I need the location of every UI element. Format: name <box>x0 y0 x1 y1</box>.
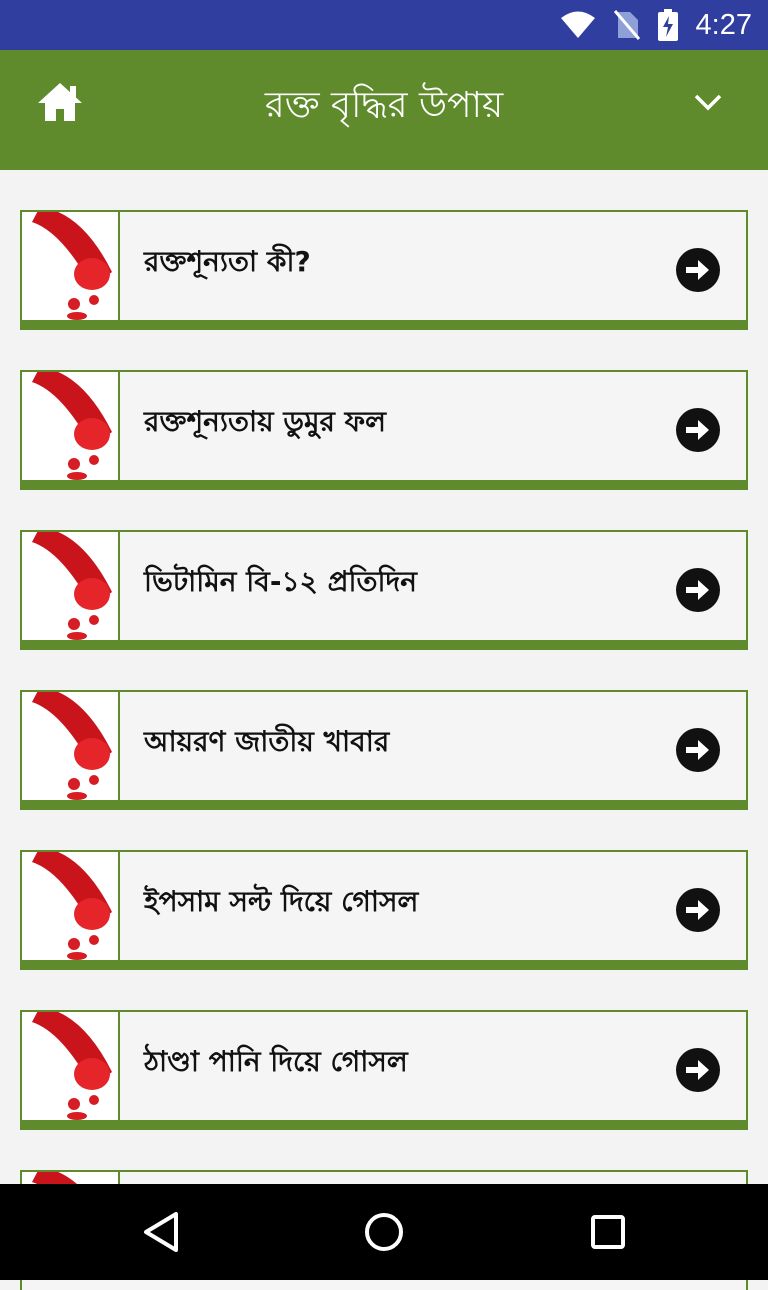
no-sim-icon <box>613 10 640 40</box>
item-underline <box>20 480 748 490</box>
item-underline <box>20 640 748 650</box>
system-nav-bar <box>0 1184 768 1280</box>
blood-vessel-icon <box>22 1012 120 1120</box>
list-item-label: রক্তশূন্যতা কী? <box>144 245 311 278</box>
status-bar: 4:27 <box>0 0 768 50</box>
app-bar: রক্ত বৃদ্ধির উপায় <box>0 50 768 170</box>
item-underline <box>20 960 748 970</box>
arrow-right-circle-icon[interactable] <box>676 568 720 612</box>
page-title: রক্ত বৃদ্ধির উপায় <box>264 85 504 126</box>
list-item[interactable]: রক্তশূন্যতা কী? <box>20 210 748 330</box>
recents-icon[interactable] <box>586 1210 630 1254</box>
arrow-right-circle-icon[interactable] <box>676 1048 720 1092</box>
arrow-right-circle-icon[interactable] <box>676 888 720 932</box>
status-icons: 4:27 <box>560 0 752 50</box>
list-item[interactable]: আয়রণ জাতীয় খাবার <box>20 690 748 810</box>
list-item[interactable]: রক্তশূন্যতায় ডুমুর ফল <box>20 370 748 490</box>
list-item-label: আয়রণ জাতীয় খাবার <box>144 725 390 758</box>
list-item[interactable]: ভিটামিন বি-১২ প্রতিদিন <box>20 530 748 650</box>
battery-charging-icon <box>657 9 678 41</box>
list-item-label: ভিটামিন বি-১২ প্রতিদিন <box>144 565 417 598</box>
item-underline <box>20 320 748 330</box>
chevron-down-icon[interactable] <box>692 86 724 118</box>
list-item-label: ইপসাম সল্ট দিয়ে গোসল <box>144 885 419 918</box>
list-item[interactable]: ঠাণ্ডা পানি দিয়ে গোসল <box>20 1010 748 1130</box>
home-circle-icon[interactable] <box>362 1210 406 1254</box>
arrow-right-circle-icon[interactable] <box>676 248 720 292</box>
item-underline <box>20 1120 748 1130</box>
blood-vessel-icon <box>22 532 120 640</box>
wifi-icon <box>560 11 595 38</box>
blood-vessel-icon <box>22 372 120 480</box>
arrow-right-circle-icon[interactable] <box>676 408 720 452</box>
back-icon[interactable] <box>140 1210 184 1254</box>
blood-vessel-icon <box>22 852 120 960</box>
item-underline <box>20 800 748 810</box>
blood-vessel-icon <box>22 212 120 320</box>
list-item-label: রক্তশূন্যতায় ডুমুর ফল <box>144 405 387 438</box>
list-item[interactable]: ইপসাম সল্ট দিয়ে গোসল <box>20 850 748 970</box>
blood-vessel-icon <box>22 692 120 800</box>
arrow-right-circle-icon[interactable] <box>676 728 720 772</box>
status-time: 4:27 <box>695 8 752 41</box>
list-item-label: ঠাণ্ডা পানি দিয়ে গোসল <box>144 1045 408 1078</box>
